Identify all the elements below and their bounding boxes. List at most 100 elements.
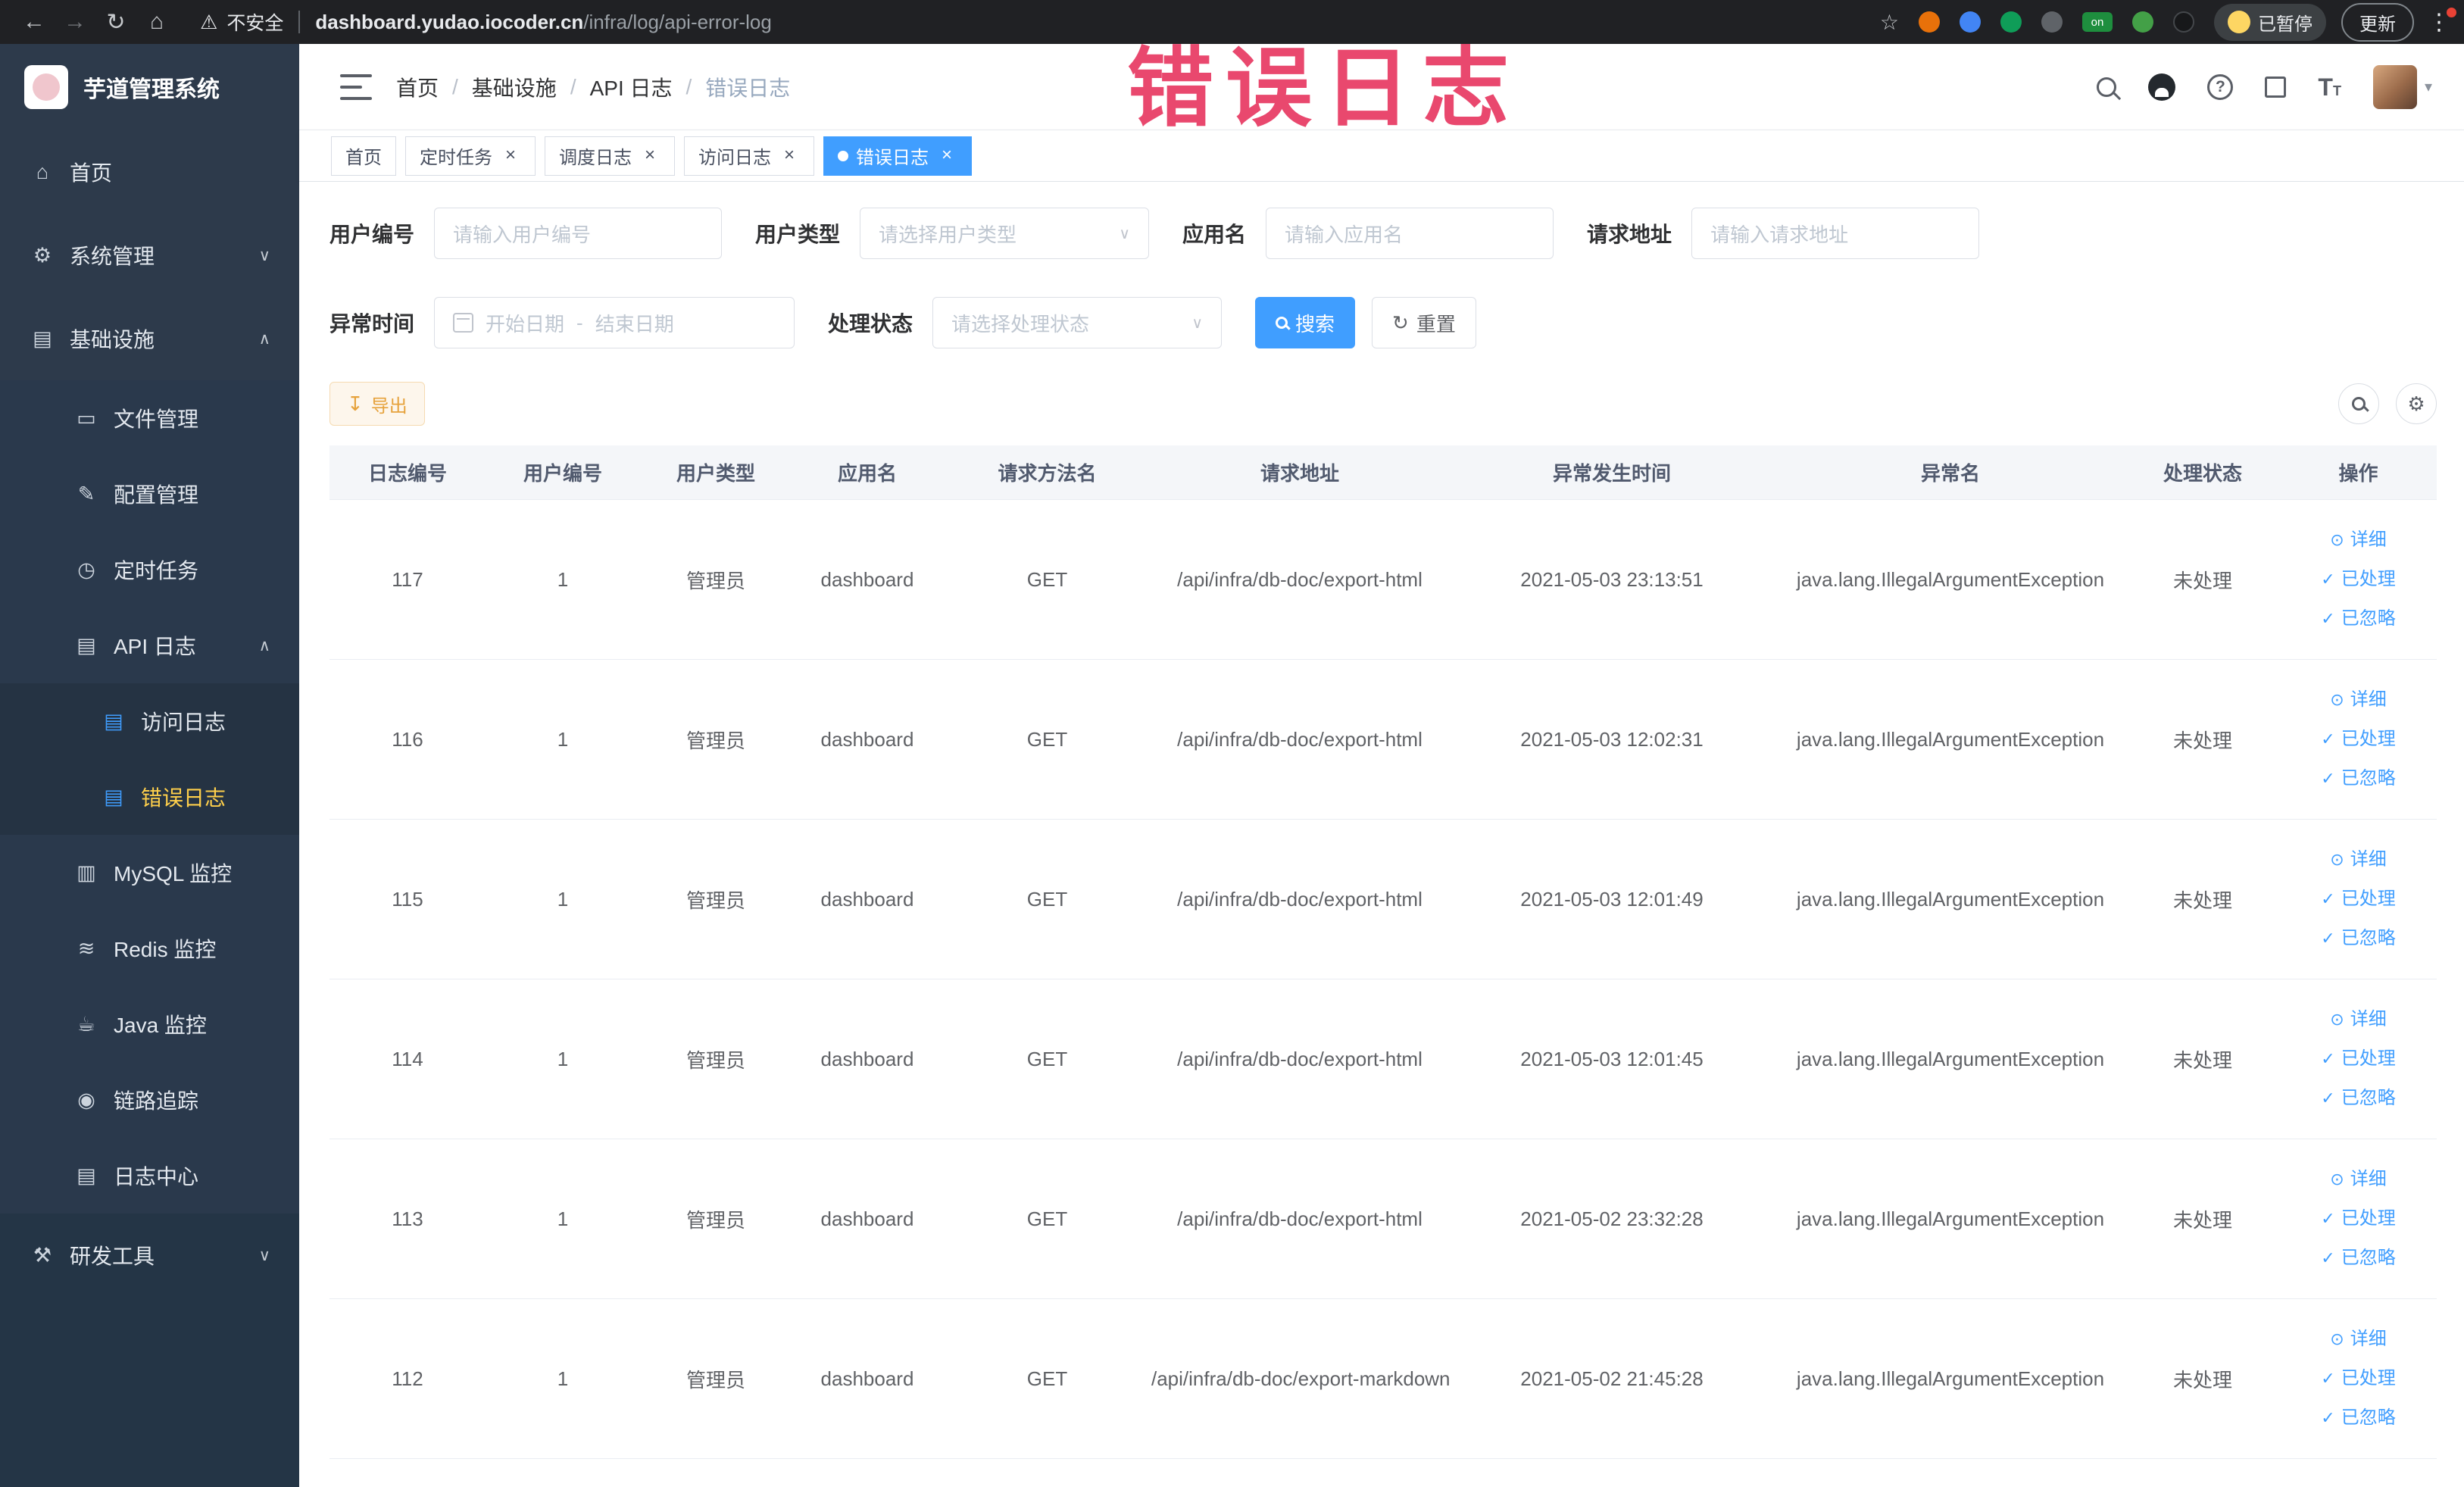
tab-error-log[interactable]: 错误日志 × [823, 136, 972, 176]
processed-link[interactable]: ✓ 已处理 [2321, 720, 2395, 759]
tab-job-log[interactable]: 调度日志 × [545, 136, 675, 176]
user-id-input[interactable]: 请输入用户编号 [434, 208, 723, 259]
address-bar[interactable]: dashboard.yudao.iocoder.cn/infra/log/api… [315, 11, 772, 34]
sidebar-item-dev-tools[interactable]: ⚒ 研发工具 ∨ [0, 1214, 299, 1297]
ignored-link[interactable]: ✓ 已忽略 [2321, 599, 2395, 639]
reset-button[interactable]: ↻ 重置 [1372, 297, 1476, 348]
extension-icon[interactable] [2000, 11, 2022, 33]
extension-icon[interactable] [2132, 11, 2153, 33]
github-icon[interactable] [2148, 73, 2176, 101]
help-icon[interactable]: ? [2207, 73, 2234, 100]
content: 用户编号 请输入用户编号 用户类型 请选择用户类型 ∨ 应用名 请输入应用名 请… [299, 182, 2464, 1487]
avatar[interactable] [2372, 64, 2417, 109]
ignored-link[interactable]: ✓ 已忽略 [2321, 1398, 2395, 1438]
sidebar-item-home[interactable]: ⌂ 首页 [0, 130, 299, 214]
detail-link[interactable]: ⊙ 详细 [2330, 680, 2386, 720]
breadcrumb-item[interactable]: API 日志 [590, 72, 673, 102]
close-icon[interactable]: × [936, 145, 957, 167]
exception-time-range-picker[interactable]: 开始日期 - 结束日期 [434, 297, 795, 348]
sidebar-item-config[interactable]: ✎ 配置管理 [0, 456, 299, 532]
tab-access-log[interactable]: 访问日志 × [684, 136, 814, 176]
breadcrumb-separator: / [685, 74, 692, 98]
ignored-link[interactable]: ✓ 已忽略 [2321, 1079, 2395, 1118]
table-row: 116 1 管理员 dashboard GET /api/infra/db-do… [329, 660, 2437, 820]
detail-link[interactable]: ⊙ 详细 [2330, 1320, 2386, 1359]
processed-link[interactable]: ✓ 已处理 [2321, 560, 2395, 599]
processed-link[interactable]: ✓ 已处理 [2321, 1199, 2395, 1239]
sidebar-item-system[interactable]: ⚙ 系统管理 ∨ [0, 214, 299, 297]
toggle-search-button[interactable] [2338, 383, 2379, 424]
extension-on-icon[interactable]: on [2082, 12, 2113, 32]
sidebar-item-access-log[interactable]: ▤ 访问日志 [0, 683, 299, 759]
reload-icon[interactable]: ↻ [95, 9, 136, 36]
ignored-link[interactable]: ✓ 已忽略 [2321, 1239, 2395, 1278]
close-icon[interactable]: × [500, 145, 521, 167]
table-row: 115 1 管理员 dashboard GET /api/infra/db-do… [329, 820, 2437, 979]
processed-link[interactable]: ✓ 已处理 [2321, 1039, 2395, 1079]
start-date-input[interactable]: 开始日期 [486, 309, 564, 337]
processed-link[interactable]: ✓ 已处理 [2321, 879, 2395, 919]
breadcrumb-item[interactable]: 首页 [396, 72, 439, 102]
search-button[interactable]: 搜索 [1255, 297, 1356, 348]
detail-link[interactable]: ⊙ 详细 [2330, 1160, 2386, 1199]
sidebar-item-file[interactable]: ▭ 文件管理 [0, 380, 299, 456]
table-row: 113 1 管理员 dashboard GET /api/infra/db-do… [329, 1139, 2437, 1299]
end-date-input[interactable]: 结束日期 [595, 309, 674, 337]
paused-button[interactable]: 已暂停 [2214, 3, 2326, 41]
extension-icon[interactable] [1960, 11, 1981, 33]
user-menu[interactable]: ▾ [2372, 64, 2432, 109]
processed-link[interactable]: ✓ 已处理 [2321, 1359, 2395, 1398]
extension-icon[interactable] [2173, 11, 2194, 33]
sidebar-item-redis[interactable]: ≋ Redis 监控 [0, 911, 299, 986]
font-size-icon[interactable]: TT [2318, 75, 2341, 99]
table-header: 日志编号 用户编号 用户类型 应用名 请求方法名 请求地址 异常发生时间 异常名 处理状态 操作 [329, 445, 2437, 500]
sidebar-item-api-log[interactable]: ▤ API 日志 ∧ [0, 608, 299, 683]
close-icon[interactable]: × [779, 145, 800, 167]
user-type-select[interactable]: 请选择用户类型 ∨ [860, 208, 1150, 259]
detail-link[interactable]: ⊙ 详细 [2330, 520, 2386, 560]
app-name-input[interactable]: 请输入应用名 [1266, 208, 1554, 259]
tab-job[interactable]: 定时任务 × [405, 136, 536, 176]
back-icon[interactable]: ← [14, 9, 55, 35]
forward-icon[interactable]: → [55, 9, 95, 35]
ignored-link[interactable]: ✓ 已忽略 [2321, 759, 2395, 798]
sidebar: 芋道管理系统 ⌂ 首页 ⚙ 系统管理 ∨ ▤ 基础设施 ∧ ▭ 文件管理 ✎ 配… [0, 44, 299, 1487]
bookmark-star-icon[interactable]: ☆ [1880, 10, 1899, 35]
refresh-button[interactable]: ⚙ [2396, 383, 2437, 424]
sidebar-item-java[interactable]: ☕ Java 监控 [0, 986, 299, 1062]
close-icon[interactable]: × [639, 145, 661, 167]
export-button[interactable]: ↧ 导出 [329, 382, 425, 426]
request-url-input[interactable]: 请输入请求地址 [1691, 208, 1980, 259]
detail-link[interactable]: ⊙ 详细 [2330, 1000, 2386, 1039]
browser-menu-icon[interactable]: ⋮ [2428, 7, 2456, 36]
search-icon[interactable] [2097, 77, 2117, 97]
cell-actions: ⊙ 详细 ✓ 已处理 ✓ 已忽略 [2280, 1320, 2437, 1438]
sidebar-item-mysql[interactable]: ▥ MySQL 监控 [0, 835, 299, 911]
process-status-select[interactable]: 请选择处理状态 ∨ [932, 297, 1223, 348]
detail-link[interactable]: ⊙ 详细 [2330, 840, 2386, 879]
sidebar-item-trace[interactable]: ◉ 链路追踪 [0, 1062, 299, 1138]
sidebar-item-job[interactable]: ◷ 定时任务 [0, 532, 299, 608]
security-indicator[interactable]: ⚠ 不安全 [200, 8, 283, 36]
column-header: 处理状态 [2163, 462, 2242, 485]
update-button[interactable]: 更新 [2341, 2, 2414, 42]
extension-icon[interactable] [2041, 11, 2063, 33]
extension-icon[interactable] [1919, 11, 1940, 33]
request-url-label: 请求地址 [1587, 223, 1672, 246]
cell-request-url: /api/infra/db-doc/export-html [1177, 1047, 1422, 1070]
sidebar-item-error-log[interactable]: ▤ 错误日志 [0, 759, 299, 835]
sidebar-item-log-center[interactable]: ▤ 日志中心 [0, 1138, 299, 1214]
fullscreen-icon[interactable] [2265, 76, 2287, 98]
hamburger-icon[interactable] [340, 73, 372, 100]
sidebar-item-label: 研发工具 [70, 1245, 155, 1268]
tab-home[interactable]: 首页 [331, 136, 396, 176]
cell-method: GET [1026, 727, 1068, 751]
column-header: 请求方法名 [998, 462, 1097, 485]
home-icon[interactable]: ⌂ [136, 9, 177, 35]
cell-exception-time: 2021-05-03 23:13:51 [1520, 567, 1704, 591]
cell-exception-name: java.lang.IllegalArgumentException [1796, 727, 2105, 751]
ignored-link[interactable]: ✓ 已忽略 [2321, 919, 2395, 958]
breadcrumb-item[interactable]: 基础设施 [472, 72, 557, 102]
sidebar-item-infra[interactable]: ▤ 基础设施 ∧ [0, 297, 299, 380]
check-icon: ✓ [2321, 1369, 2335, 1388]
